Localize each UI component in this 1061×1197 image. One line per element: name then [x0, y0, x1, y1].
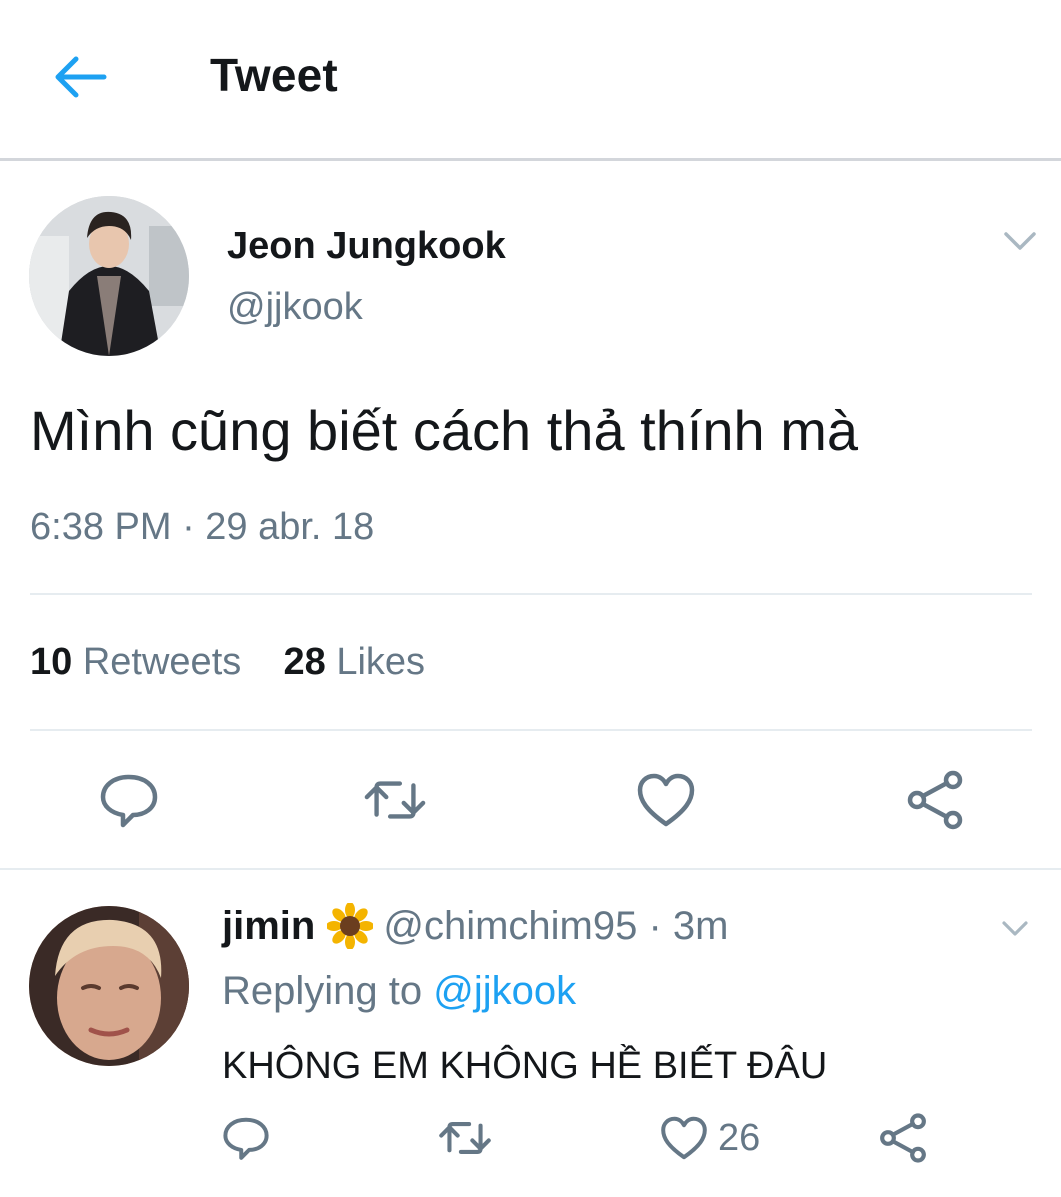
share-icon: [907, 770, 963, 830]
likes-label: Likes: [336, 641, 426, 683]
divider: [30, 593, 1032, 595]
reply-like-count: 26: [718, 1116, 761, 1159]
retweet-button[interactable]: [363, 768, 427, 832]
replying-prefix: Replying to: [222, 969, 423, 1013]
tweet-text: Mình cũng biết cách thả thính mà: [30, 399, 859, 462]
page-title: Tweet: [210, 49, 338, 101]
reply-header: jimin @chimchim95 · 3m: [222, 902, 728, 950]
retweets-count: 10: [30, 641, 73, 683]
chevron-down-icon: [1002, 921, 1028, 936]
avatar-image: [29, 906, 189, 1066]
arrow-left-icon: [55, 56, 107, 98]
back-button[interactable]: [40, 45, 120, 109]
retweet-icon: [439, 1122, 491, 1154]
reply-display-name[interactable]: jimin: [222, 904, 315, 949]
top-bar: [0, 0, 1061, 158]
reply-handle-time[interactable]: @chimchim95 · 3m: [383, 904, 728, 949]
reply-icon: [100, 774, 158, 828]
user-handle[interactable]: @jjkook: [227, 286, 363, 329]
chevron-down-icon: [1004, 232, 1036, 250]
avatar[interactable]: [29, 196, 189, 356]
reply-menu-button[interactable]: [1000, 916, 1030, 942]
replying-to: Replying to @jjkook: [222, 969, 576, 1014]
reply-like-button[interactable]: 26: [660, 1110, 760, 1166]
reply-share-button[interactable]: [878, 1110, 928, 1166]
sunflower-icon: [326, 902, 375, 950]
tweet-timestamp: 6:38 PM · 29 abr. 18: [30, 506, 375, 548]
tweet-stats: 10 Retweets 28 Likes: [30, 641, 425, 684]
retweets-label: Retweets: [82, 641, 242, 683]
heart-icon: [661, 1116, 707, 1160]
divider: [30, 729, 1032, 731]
tweet-menu-button[interactable]: [1000, 226, 1040, 256]
like-button[interactable]: [634, 768, 698, 832]
replying-to-link[interactable]: @jjkook: [433, 969, 576, 1013]
heart-icon: [637, 773, 695, 827]
divider: [0, 868, 1061, 870]
reply-avatar[interactable]: [29, 906, 189, 1066]
reply-retweet-button[interactable]: [438, 1110, 492, 1166]
retweet-icon: [364, 781, 426, 819]
reply-text: KHÔNG EM KHÔNG HỀ BIẾT ĐÂU: [222, 1045, 828, 1087]
avatar-image: [29, 196, 189, 356]
reply-reply-button[interactable]: [222, 1110, 270, 1166]
likes-count: 28: [283, 641, 326, 683]
share-button[interactable]: [903, 768, 967, 832]
display-name[interactable]: Jeon Jungkook: [227, 225, 506, 268]
retweets-stat[interactable]: 10 Retweets: [30, 641, 241, 683]
header-divider: [0, 158, 1061, 161]
share-icon: [880, 1113, 926, 1163]
reply-button[interactable]: [97, 768, 161, 832]
likes-stat[interactable]: 28 Likes: [283, 641, 425, 683]
reply-icon: [223, 1117, 269, 1160]
